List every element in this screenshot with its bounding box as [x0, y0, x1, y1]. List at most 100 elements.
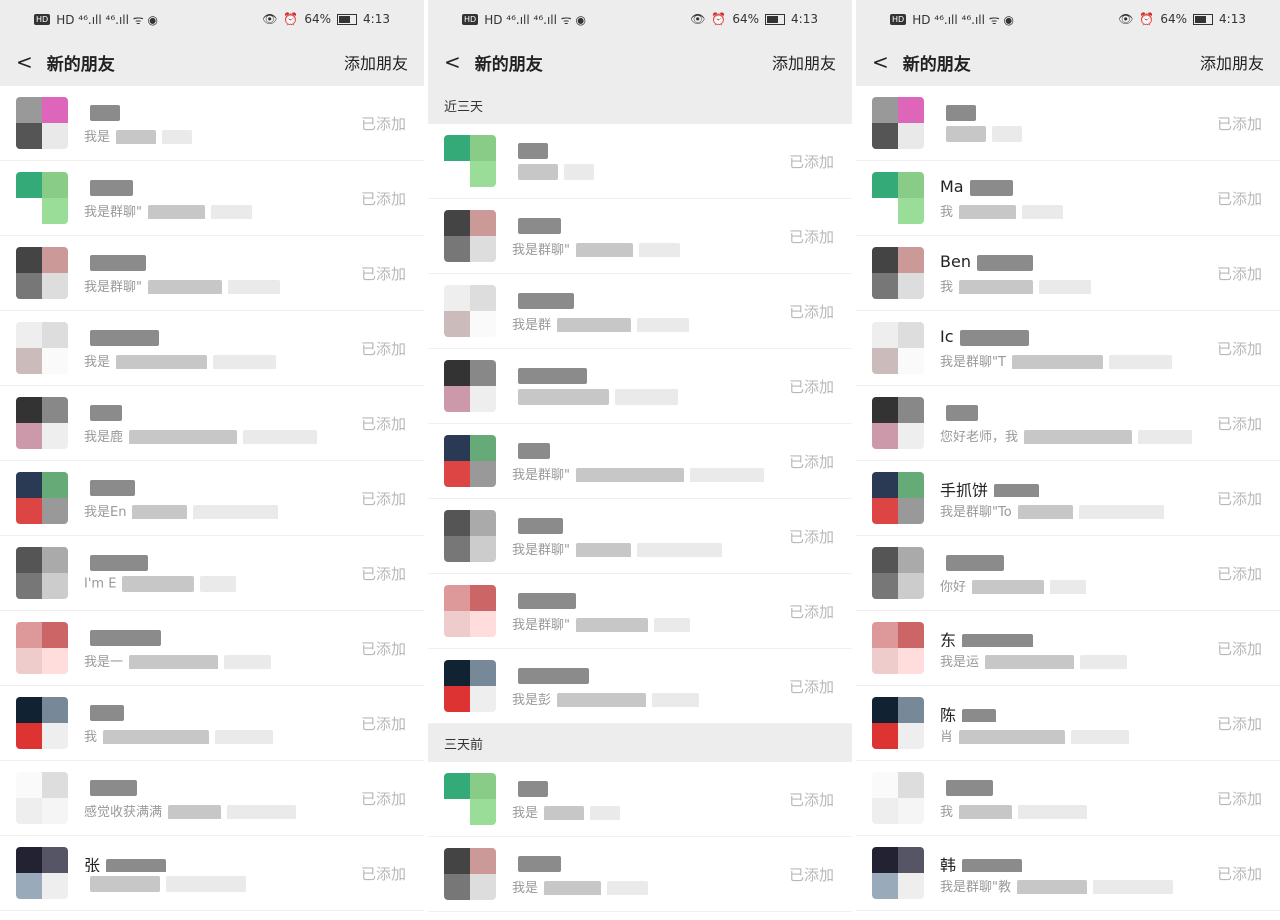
avatar[interactable] — [444, 435, 496, 487]
friend-message-text: 我 — [84, 730, 98, 744]
avatar[interactable] — [872, 772, 924, 824]
section-older-header: 三天前 — [428, 724, 852, 762]
avatar[interactable] — [444, 360, 496, 412]
friend-request-item[interactable]: 我是群聊" 已添加 — [428, 199, 852, 274]
avatar-pixel — [872, 723, 898, 749]
friend-request-item[interactable]: 我是鹿 已添加 — [0, 386, 424, 461]
friend-request-item[interactable]: Ic 我是群聊"T 已添加 — [856, 311, 1280, 386]
avatar[interactable] — [16, 697, 68, 749]
friend-name — [512, 365, 764, 385]
friend-request-item[interactable]: 已添加 — [428, 124, 852, 199]
friend-message-text: 我是群聊" — [84, 205, 142, 219]
friend-request-item[interactable]: 感觉收获满满 已添加 — [0, 761, 424, 836]
friend-request-item[interactable]: 我是群聊" 已添加 — [428, 574, 852, 649]
avatar[interactable] — [16, 322, 68, 374]
friend-message-text: 我 — [940, 205, 954, 219]
friend-request-item[interactable]: 我是群聊" 已添加 — [0, 236, 424, 311]
add-friend-button[interactable]: 添加朋友 — [772, 50, 836, 74]
friend-request-item[interactable]: 我是 已添加 — [428, 837, 852, 912]
avatar[interactable] — [872, 397, 924, 449]
back-icon[interactable]: < — [872, 50, 889, 74]
friend-request-item[interactable]: 已添加 — [428, 349, 852, 424]
avatar[interactable] — [16, 847, 68, 899]
avatar[interactable] — [872, 547, 924, 599]
friend-request-item[interactable]: 我是En 已添加 — [0, 461, 424, 536]
friend-request-item[interactable]: 已添加 — [856, 86, 1280, 161]
added-status: 已添加 — [1216, 639, 1262, 658]
avatar[interactable] — [16, 772, 68, 824]
redacted-name — [90, 329, 159, 346]
avatar[interactable] — [872, 472, 924, 524]
avatar-pixel — [16, 397, 42, 423]
friend-request-item[interactable]: 东我是运 已添加 — [856, 611, 1280, 686]
avatar-pixel — [872, 348, 898, 374]
avatar[interactable] — [444, 585, 496, 637]
friend-request-item[interactable]: 张已添加 — [0, 836, 424, 911]
avatar[interactable] — [444, 773, 496, 825]
friend-name — [84, 627, 336, 647]
friend-message: 我是群聊"To — [940, 501, 1192, 519]
redacted-name — [518, 217, 561, 234]
friend-request-item[interactable]: I'm E 已添加 — [0, 536, 424, 611]
avatar[interactable] — [872, 97, 924, 149]
avatar[interactable] — [16, 247, 68, 299]
avatar[interactable] — [872, 322, 924, 374]
avatar-pixel — [42, 547, 68, 573]
avatar-pixel — [42, 397, 68, 423]
avatar[interactable] — [16, 547, 68, 599]
add-friend-button[interactable]: 添加朋友 — [344, 50, 408, 74]
friend-request-item[interactable]: 韩我是群聊"教 已添加 — [856, 836, 1280, 911]
added-status: 已添加 — [1216, 489, 1262, 508]
avatar[interactable] — [444, 510, 496, 562]
friend-message: 我是群 — [512, 314, 764, 332]
added-status: 已添加 — [1216, 339, 1262, 358]
back-icon[interactable]: < — [16, 50, 33, 74]
avatar[interactable] — [872, 247, 924, 299]
friend-request-item[interactable]: Ma 我 已添加 — [856, 161, 1280, 236]
friend-request-item[interactable]: 你好 已添加 — [856, 536, 1280, 611]
avatar[interactable] — [872, 697, 924, 749]
friend-request-item[interactable]: 您好老师，我 已添加 — [856, 386, 1280, 461]
friend-request-item[interactable]: 我 已添加 — [0, 686, 424, 761]
friend-request-item[interactable]: 我是 已添加 — [0, 86, 424, 161]
avatar[interactable] — [16, 172, 68, 224]
redacted-name — [946, 104, 976, 121]
avatar[interactable] — [872, 172, 924, 224]
friend-info: 我是群聊" — [512, 440, 764, 482]
friend-request-item[interactable]: 我是群聊" 已添加 — [428, 499, 852, 574]
friend-request-item[interactable]: Ben 我 已添加 — [856, 236, 1280, 311]
hd-icon: HD — [462, 13, 479, 25]
avatar-pixel — [444, 461, 470, 487]
redacted-message — [122, 576, 195, 592]
avatar[interactable] — [16, 97, 68, 149]
friend-request-item[interactable]: 陈肖 已添加 — [856, 686, 1280, 761]
added-status: 已添加 — [360, 414, 406, 433]
avatar-pixel — [470, 311, 496, 337]
avatar[interactable] — [444, 135, 496, 187]
redacted-message — [652, 692, 700, 707]
avatar[interactable] — [444, 210, 496, 262]
avatar[interactable] — [444, 660, 496, 712]
friend-request-item[interactable]: 手抓饼 我是群聊"To 已添加 — [856, 461, 1280, 536]
avatar[interactable] — [16, 472, 68, 524]
back-icon[interactable]: < — [444, 50, 461, 74]
avatar-pixel — [16, 348, 42, 374]
phone-panel-3: HD HD ⁴⁶.ıll ⁴⁶.ıll ᯤ ◉ 👁 ⏰ 64% 4:13 < 新… — [856, 0, 1280, 920]
avatar[interactable] — [444, 285, 496, 337]
friend-request-item[interactable]: 我是 已添加 — [428, 762, 852, 837]
avatar[interactable] — [444, 848, 496, 900]
friend-request-item[interactable]: 我是群聊" 已添加 — [428, 424, 852, 499]
add-friend-button[interactable]: 添加朋友 — [1200, 50, 1264, 74]
friend-message: 我是 — [512, 877, 764, 895]
friend-request-item[interactable]: 我是群聊" 已添加 — [0, 161, 424, 236]
avatar[interactable] — [872, 847, 924, 899]
friend-request-item[interactable]: 我是一 已添加 — [0, 611, 424, 686]
avatar-pixel — [872, 397, 898, 423]
avatar[interactable] — [872, 622, 924, 674]
avatar[interactable] — [16, 622, 68, 674]
friend-request-item[interactable]: 我是群 已添加 — [428, 274, 852, 349]
friend-request-item[interactable]: 我是彭 已添加 — [428, 649, 852, 724]
avatar[interactable] — [16, 397, 68, 449]
friend-request-item[interactable]: 我 已添加 — [856, 761, 1280, 836]
friend-request-item[interactable]: 我是 已添加 — [0, 311, 424, 386]
